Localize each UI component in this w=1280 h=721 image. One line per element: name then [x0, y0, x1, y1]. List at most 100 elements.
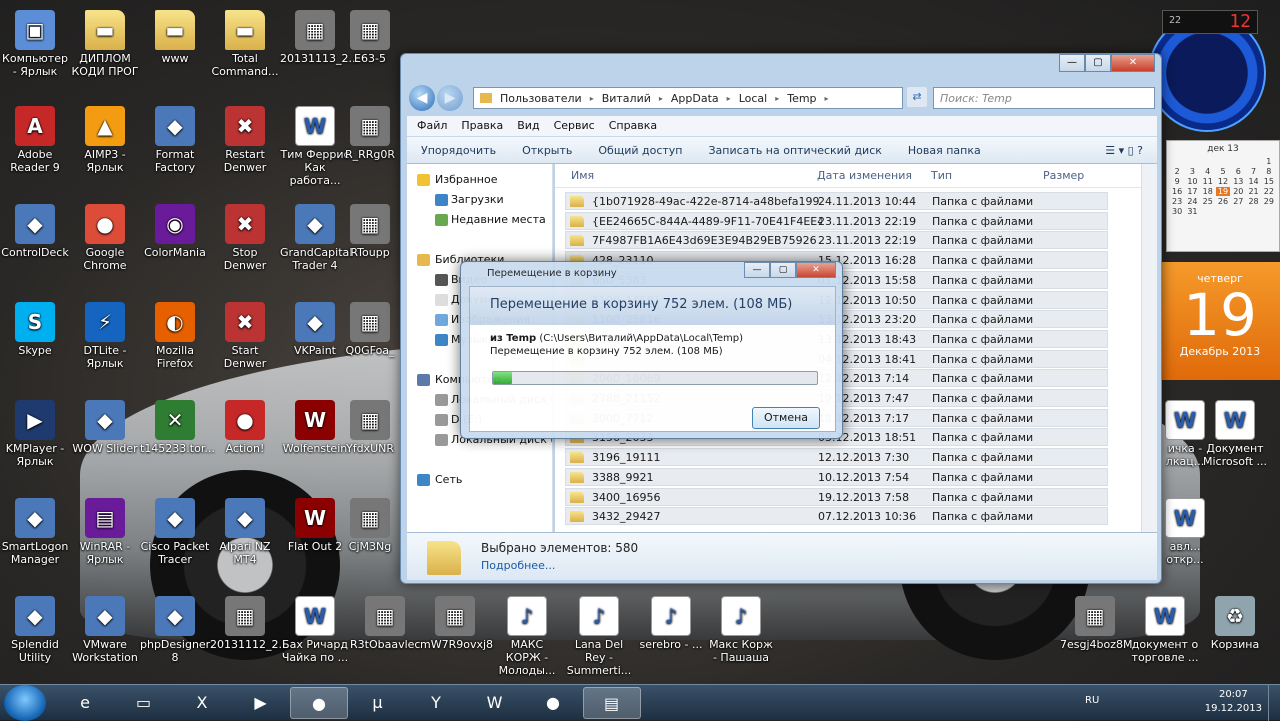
desktop-icon[interactable]: ▦ YfdxUNR	[335, 400, 405, 455]
dialog-minimize-button[interactable]: —	[744, 262, 770, 278]
calendar-day[interactable]: 25	[1201, 197, 1215, 206]
calendar-day[interactable]: 17	[1185, 187, 1199, 196]
breadcrumb-item[interactable]: Local	[739, 92, 768, 105]
back-button[interactable]: ◀	[409, 85, 435, 111]
taskbar-media-icon[interactable]: ▶	[232, 687, 290, 719]
more-details-link[interactable]: Подробнее...	[481, 559, 555, 572]
desktop-icon[interactable]: ◆ WOW Slider	[70, 400, 140, 455]
calendar-day[interactable]: 8	[1262, 167, 1276, 176]
desktop-icon[interactable]: ▦ R_RRg0R	[335, 106, 405, 161]
breadcrumb-item[interactable]: Виталий	[602, 92, 651, 105]
calendar-day[interactable]: 21	[1246, 187, 1260, 196]
breadcrumb-item[interactable]: Temp	[787, 92, 816, 105]
desktop-icon[interactable]: ◆ VMware Workstation	[70, 596, 140, 664]
cancel-button[interactable]: Отмена	[752, 407, 820, 429]
desktop-icon[interactable]: ♪ МАКС КОРЖ - Молоды...	[492, 596, 562, 677]
column-size[interactable]: Размер	[1043, 164, 1084, 188]
calendar-day[interactable]: 29	[1262, 197, 1276, 206]
calendar-gadget[interactable]: дек 13 1 2 3 4 5 6 7 8 9 10 11 12 13 14 15 16 17 18 19 20 21…	[1166, 140, 1280, 252]
desktop-icon[interactable]: ● Google Chrome	[70, 204, 140, 272]
calendar-day[interactable]: 23	[1170, 197, 1184, 206]
vertical-scrollbar[interactable]	[1141, 164, 1157, 532]
desktop-icon[interactable]: ▶ KMPlayer - Ярлык	[0, 400, 70, 468]
calendar-day[interactable]: 22	[1262, 187, 1276, 196]
desktop-icon[interactable]: ♪ serebro - ...	[636, 596, 706, 651]
desktop-icon[interactable]: ▬ www	[140, 10, 210, 65]
digital-clock-gadget[interactable]: 22 12	[1162, 10, 1258, 34]
recycle-progress-dialog[interactable]: Перемещение в корзину — ▢ ✕ Перемещение …	[460, 261, 843, 439]
desktop-icon[interactable]: ◉ ColorMania	[140, 204, 210, 259]
taskbar-excel-icon[interactable]: X	[173, 687, 231, 719]
breadcrumb-item[interactable]: AppData	[671, 92, 719, 105]
desktop-icon[interactable]: W Бах Ричард Чайка по ...	[280, 596, 350, 664]
calendar-day[interactable]: 24	[1185, 197, 1199, 206]
taskbar-utorrent-icon[interactable]: µ	[349, 687, 407, 719]
toolbar-button[interactable]: Общий доступ	[598, 144, 682, 157]
desktop-icon[interactable]: ◆ ControlDeck	[0, 204, 70, 259]
desktop-icon[interactable]: ▬ ДИПЛОМ КОДИ ПРОГ	[70, 10, 140, 78]
calendar-day[interactable]: 15	[1262, 177, 1276, 186]
menu-item[interactable]: Правка	[461, 119, 503, 133]
minimize-button[interactable]: —	[1059, 54, 1085, 72]
calendar-day[interactable]: 20	[1231, 187, 1245, 196]
menu-item[interactable]: Вид	[517, 119, 539, 133]
taskbar-action-icon[interactable]: ●	[524, 687, 582, 719]
close-button[interactable]: ✕	[1111, 54, 1155, 72]
taskbar-yandex-icon[interactable]: Y	[407, 687, 465, 719]
desktop-icon[interactable]: ◆ Format Factory	[140, 106, 210, 174]
calendar-day[interactable]: 1	[1262, 157, 1276, 166]
taskbar-explorer-win-icon[interactable]: ▭	[115, 687, 173, 719]
desktop-icon[interactable]: ◆ phpDesigner 8	[140, 596, 210, 664]
calendar-day[interactable]: 5	[1216, 167, 1230, 176]
desktop-icon[interactable]: ▦ 20131112_2...	[210, 596, 289, 651]
calendar-day[interactable]: 7	[1246, 167, 1260, 176]
desktop-icon[interactable]: ✖ Restart Denwer	[210, 106, 280, 174]
table-row[interactable]: 3400_16956 19.12.2013 7:58 Папка с файлами	[565, 487, 1108, 506]
address-input[interactable]: Пользователи ▸ Виталий ▸ AppData ▸ Local ▸ Temp ▸	[473, 87, 903, 109]
desktop-icon[interactable]: ▦ RToupp	[335, 204, 405, 259]
calendar-day[interactable]: 16	[1170, 187, 1184, 196]
refresh-button[interactable]: ⇄	[907, 87, 927, 107]
desktop-icon[interactable]: ✖ Stop Denwer	[210, 204, 280, 272]
breadcrumb-arrow-icon[interactable]: ▸	[659, 94, 663, 103]
table-row[interactable]: 3388_9921 10.12.2013 7:54 Папка с файлами	[565, 467, 1108, 486]
desktop-icon[interactable]: ◆ Cisco Packet Tracer	[140, 498, 210, 566]
calendar-day[interactable]: 27	[1231, 197, 1245, 206]
desktop-icon[interactable]: ◆ Splendid Utility	[0, 596, 70, 664]
calendar-day[interactable]: 3	[1185, 167, 1199, 176]
desktop-icon[interactable]: ⚡ DTLite - Ярлык	[70, 302, 140, 370]
column-name[interactable]: Имя	[571, 164, 594, 188]
calendar-day[interactable]: 10	[1185, 177, 1199, 186]
breadcrumb-arrow-icon[interactable]: ▸	[825, 94, 829, 103]
dialog-maximize-button[interactable]: ▢	[770, 262, 796, 278]
desktop-icon[interactable]: ▤ WinRAR - Ярлык	[70, 498, 140, 566]
calendar-day[interactable]	[1231, 157, 1245, 166]
desktop-icon[interactable]: ✖ Start Denwer	[210, 302, 280, 370]
show-desktop-button[interactable]	[1268, 685, 1280, 721]
search-input[interactable]: Поиск: Temp	[933, 87, 1155, 109]
taskbar-folder-icon[interactable]: ▤	[582, 687, 641, 719]
taskbar-ie-icon[interactable]: e	[56, 687, 114, 719]
view-options-icon[interactable]: ☰ ▾ ▯ ?	[1105, 144, 1143, 157]
calendar-day[interactable]	[1246, 157, 1260, 166]
column-date[interactable]: Дата изменения	[817, 164, 912, 188]
calendar-day[interactable]: 9	[1170, 177, 1184, 186]
desktop-icon[interactable]: ♻ Корзина	[1200, 596, 1270, 651]
taskbar-word-icon[interactable]: W	[466, 687, 524, 719]
calendar-day[interactable]: 12	[1216, 177, 1230, 186]
start-button[interactable]	[4, 685, 46, 721]
breadcrumb-arrow-icon[interactable]: ▸	[775, 94, 779, 103]
taskbar-chrome-icon[interactable]: ●	[290, 687, 348, 719]
nav-item[interactable]: Загрузки	[407, 190, 552, 210]
desktop-icon[interactable]: ▲ AIMP3 - Ярлык	[70, 106, 140, 174]
calendar-day[interactable]: 19	[1215, 187, 1231, 196]
calendar-day[interactable]	[1201, 157, 1215, 166]
breadcrumb-item[interactable]: Пользователи	[500, 92, 582, 105]
calendar-day[interactable]: 4	[1201, 167, 1215, 176]
toolbar-button[interactable]: Новая папка	[908, 144, 981, 157]
desktop-icon[interactable]: ◐ Mozilla Firefox	[140, 302, 210, 370]
column-type[interactable]: Тип	[931, 164, 952, 188]
desktop-icon[interactable]: S Skype	[0, 302, 70, 357]
menu-item[interactable]: Сервис	[554, 119, 595, 133]
desktop-icon[interactable]: ▦ R3tObaavlec	[350, 596, 420, 651]
